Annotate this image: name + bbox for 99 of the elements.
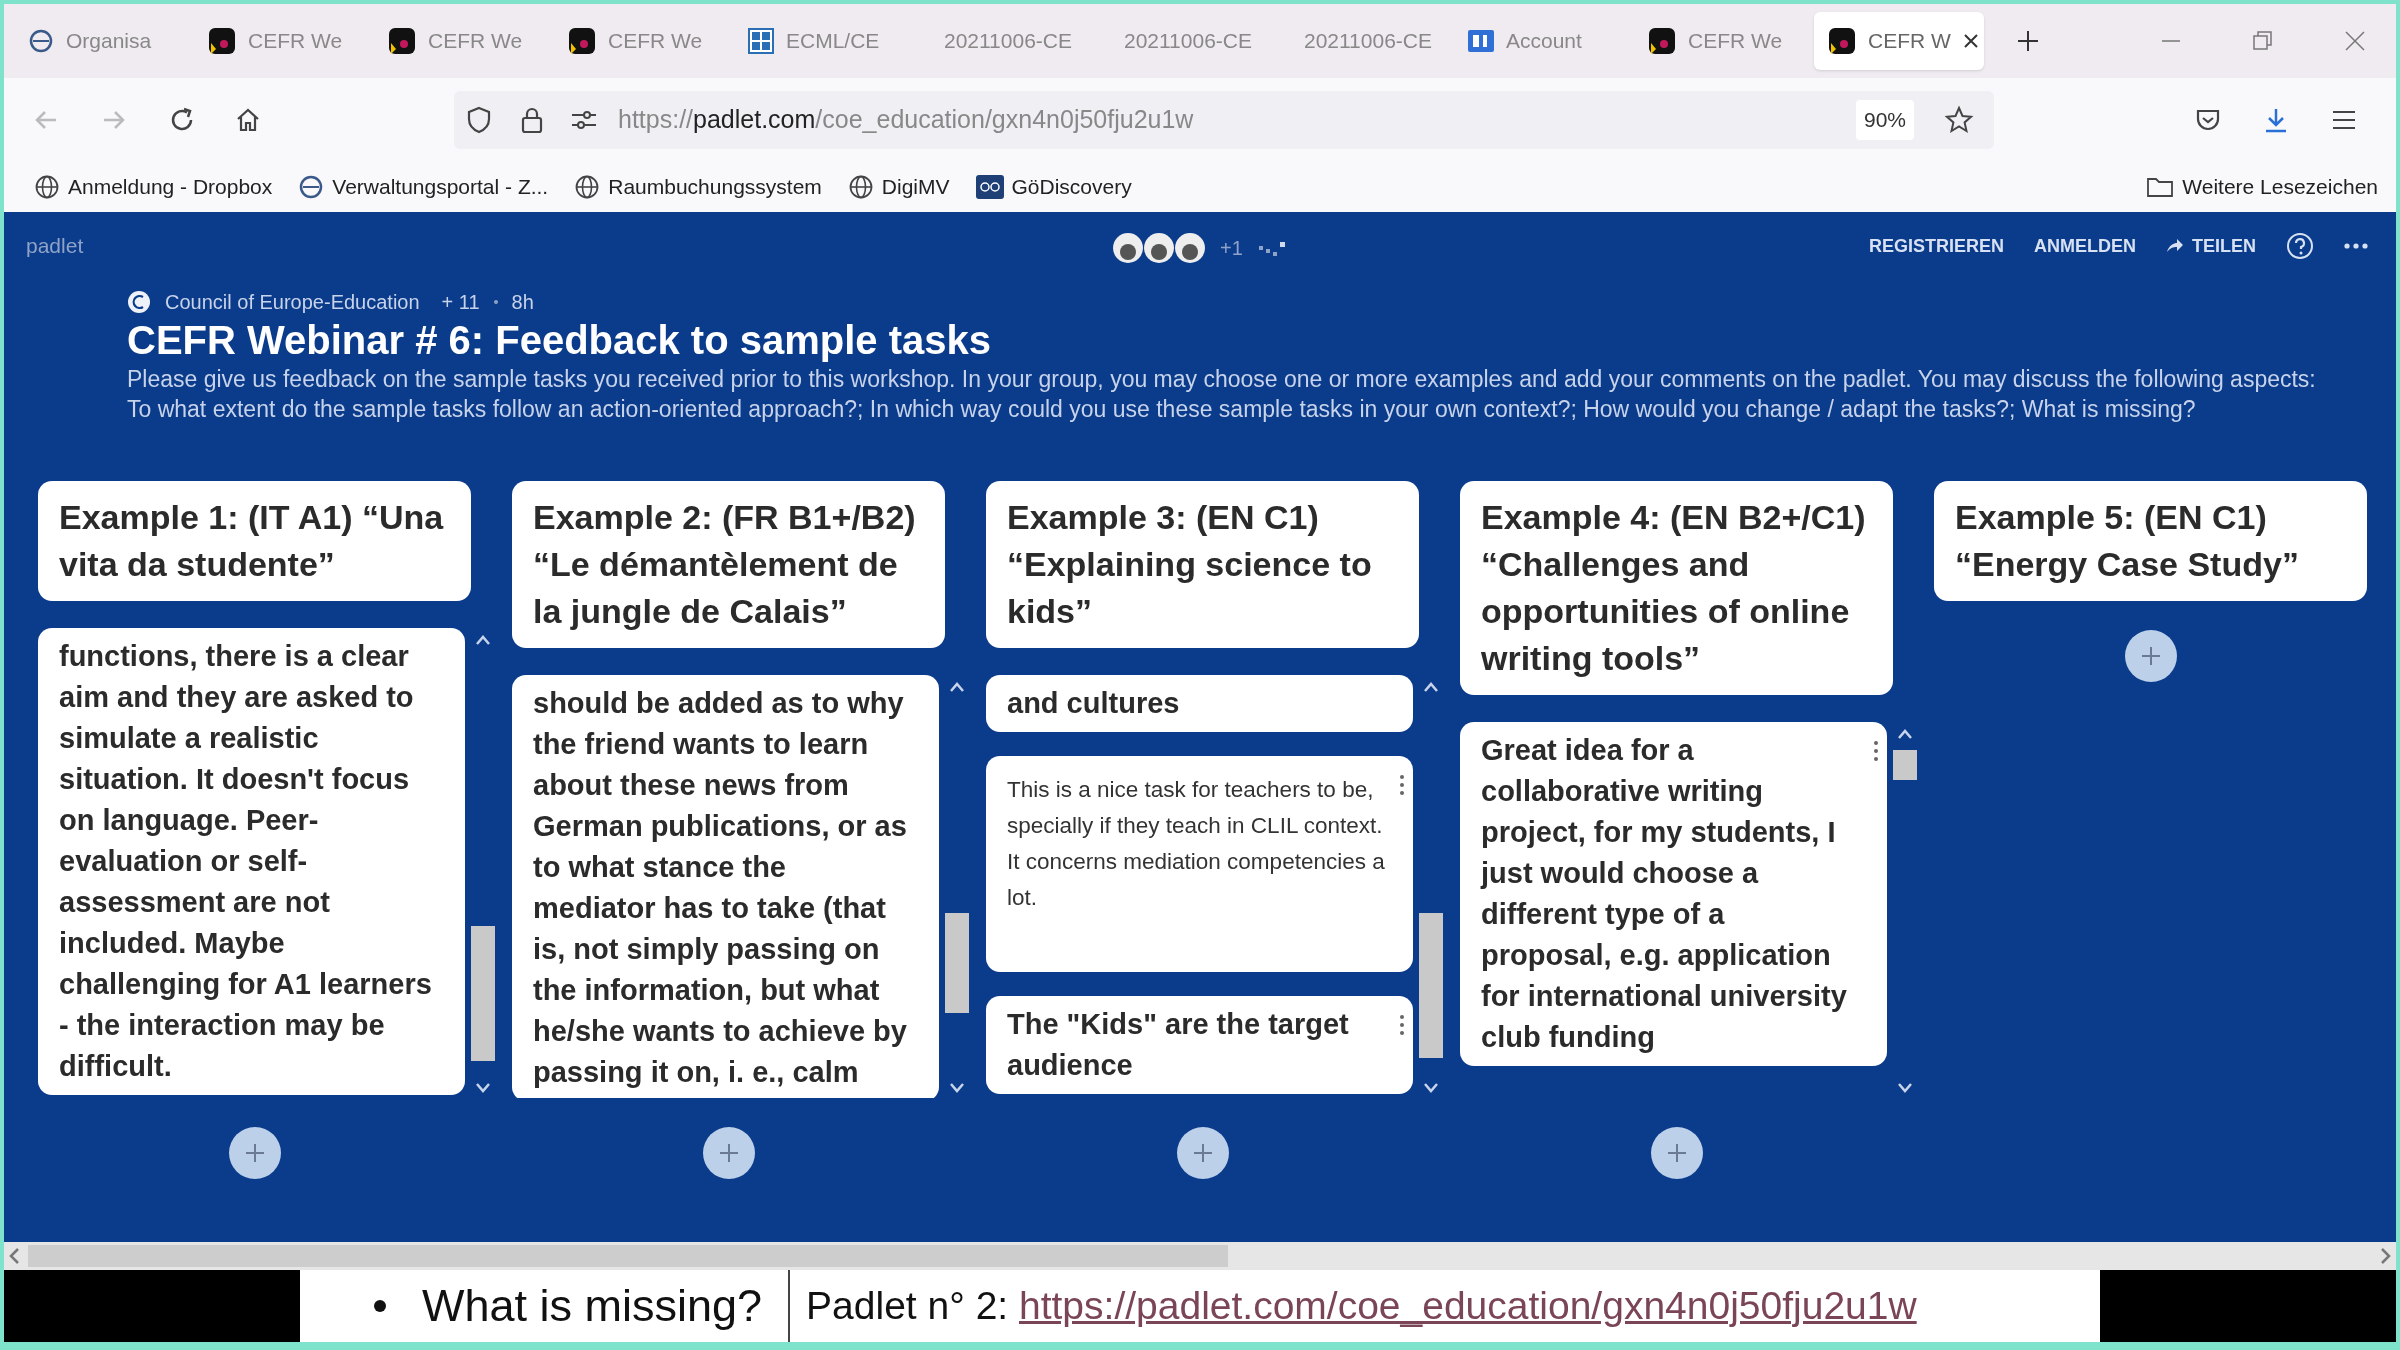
square-logo-icon — [1468, 30, 1494, 52]
post-text: This is a nice task for teachers to be, specially if they teach in CLIL context. It concerns mediation competencies a lot. — [1007, 776, 1385, 912]
address-bar[interactable]: https://padlet.com/coe_education/gxn4n0j50fju2u1w 90% — [454, 91, 1994, 149]
scrollbar-thumb[interactable] — [1893, 750, 1917, 780]
post-text: Great idea for a collaborative writing project, for my students, I just would choose a different type of a proposal, e.g. application for international university club funding — [1481, 733, 1848, 1055]
bookmark-folder[interactable]: Weitere Lesezeichen — [2146, 171, 2378, 203]
app-icon — [388, 27, 416, 55]
bookmark-item[interactable]: Raumbuchungssystem — [574, 171, 822, 203]
bookmark-item[interactable]: GöDiscovery — [975, 171, 1132, 203]
close-window-icon[interactable] — [2344, 30, 2366, 52]
post-card[interactable]: This is a nice task for teachers to be, specially if they teach in CLIL context. It concerns mediation competencies a lot. — [986, 756, 1413, 972]
bullet-icon — [374, 1300, 386, 1312]
column-header: Example 1: (IT A1) “Una vita da studente” — [38, 481, 471, 601]
horizontal-scrollbar-thumb[interactable] — [28, 1245, 1228, 1267]
slide-text: Padlet n° 2: https://padlet.com/coe_education/gxn4n0j50fju2u1w — [806, 1282, 1917, 1329]
add-post-icon[interactable] — [1176, 1127, 1229, 1179]
folder-icon — [2146, 175, 2175, 199]
tab-title: CEFR We — [248, 28, 343, 55]
tab-title: CEFR We — [608, 28, 703, 55]
tab-title: Account — [1506, 28, 1582, 55]
bookmark-item[interactable]: Anmeldung - Dropbox — [34, 171, 273, 203]
scrollbar-thumb[interactable] — [945, 913, 969, 1013]
scroll-down-icon[interactable] — [949, 1082, 965, 1094]
menu-icon[interactable] — [2330, 108, 2358, 132]
scroll-up-icon[interactable] — [1423, 681, 1439, 693]
more-vertical-icon[interactable] — [1873, 740, 1879, 762]
post-text: should be added as to why the friend wants to learn about these news from German publications, or as to what stance the mediator has to take (that is, not simply passing on the information, but what he/she wants to achieve by passing it on, i. e., calm — [533, 686, 908, 1090]
add-post-icon[interactable] — [2124, 630, 2177, 682]
permissions-icon[interactable] — [570, 108, 598, 132]
tab-title: CEFR We — [428, 28, 523, 55]
post-text: functions, there is a clear aim and they are asked to simulate a realistic situation. It doesn't focus on language. Peer-evaluation or self-assessment are not included. Maybe challenging for A1 learners - the interaction may be difficult. — [59, 639, 433, 1084]
tab-title: 20211006-CE — [1303, 28, 1432, 55]
post-card[interactable]: The "Kids" are the target audience — [986, 996, 1413, 1094]
padlet-title: CEFR Webinar # 6: Feedback to sample tasks — [127, 317, 992, 364]
grid-logo-icon — [748, 28, 774, 54]
more-vertical-icon[interactable] — [1399, 774, 1405, 796]
help-icon[interactable] — [2286, 232, 2314, 260]
more-vertical-icon[interactable] — [1399, 1014, 1405, 1036]
add-post-icon[interactable] — [1650, 1127, 1703, 1179]
lock-icon[interactable] — [520, 106, 544, 134]
scroll-left-icon[interactable] — [8, 1247, 22, 1265]
bookmark-item[interactable]: DigiMV — [847, 171, 950, 203]
add-post-icon[interactable] — [702, 1127, 755, 1179]
header-link[interactable]: ANMELDEN — [2034, 232, 2136, 260]
restore-icon[interactable] — [2252, 30, 2274, 52]
scroll-up-icon[interactable] — [1897, 728, 1913, 740]
scrollbar-thumb[interactable] — [471, 926, 495, 1061]
tab-title: Organisa — [66, 28, 152, 55]
tab-title: CEFR We — [1688, 28, 1783, 55]
post-age: 8h — [511, 290, 534, 315]
zoom-level[interactable]: 90% — [1855, 100, 1914, 140]
scroll-up-icon[interactable] — [475, 634, 491, 646]
post-card[interactable]: Great idea for a collaborative writing project, for my students, I just would choose a different type of a proposal, e.g. application for international university club funding — [1460, 722, 1887, 1066]
author-avatar-icon — [127, 290, 151, 314]
post-text: and cultures — [1007, 686, 1181, 721]
author-name[interactable]: Council of Europe-Education — [165, 287, 420, 317]
post-card[interactable] — [38, 628, 465, 1095]
header-link[interactable]: TEILEN — [2166, 232, 2256, 260]
column-header: Example 4: (EN B2+/C1) “Challenges and opportunities of online writing tools” — [1460, 481, 1893, 695]
column-header: Example 3: (EN C1) “Explaining science to kids” — [986, 481, 1419, 648]
separator-dot-icon — [493, 300, 498, 304]
app-icon — [568, 27, 596, 55]
app-icon — [1648, 27, 1676, 55]
scrollbar-thumb[interactable] — [1419, 913, 1443, 1058]
post-card[interactable]: and cultures — [986, 675, 1413, 732]
padlet-description: Please give us feedback on the sample tasks you received prior to this workshop. In your group, you may choose one or more examples and add your comments on the padlet. You may discuss the following aspects: To what extent do the sample tasks follow an action-oriented approach?; In which way could you use these sample tasks in your own context?; How would you change / adapt the tasks?; What is missing? — [127, 365, 2316, 424]
add-post-icon[interactable] — [228, 1127, 281, 1179]
scroll-right-icon[interactable] — [2378, 1247, 2392, 1265]
column-header: Example 2: (FR B1+/B2) “Le démantèlement de la jungle de Calais” — [512, 481, 945, 648]
column-header: Example 5: (EN C1) “Energy Case Study” — [1934, 481, 2367, 601]
share-icon — [2166, 239, 2184, 253]
slide-bullet-text: What is missing? — [422, 1279, 763, 1334]
scroll-up-icon[interactable] — [949, 681, 965, 693]
square-logo-icon — [975, 175, 1004, 199]
tab-title: ECML/CE — [786, 28, 880, 55]
star-icon[interactable] — [1944, 105, 1974, 135]
shield-icon[interactable] — [466, 106, 492, 134]
post-text: The "Kids" are the target audience — [1007, 1007, 1350, 1083]
close-icon[interactable] — [1962, 33, 1979, 49]
avatar-group-icon — [1112, 232, 1208, 264]
like-count: + 11 — [441, 290, 480, 315]
tab-title: CEFR W — [1868, 28, 1951, 55]
more-icon[interactable] — [2344, 243, 2368, 249]
header-link[interactable]: REGISTRIEREN — [1868, 232, 2004, 260]
padlet-logo[interactable]: padlet — [26, 230, 84, 262]
app-icon — [1828, 27, 1856, 55]
bookmark-item[interactable]: Verwaltungsportal - Z... — [298, 171, 549, 203]
tab-title: 20211006-CE — [943, 28, 1072, 55]
scroll-down-icon[interactable] — [1897, 1082, 1913, 1094]
tab-title: 20211006-CE — [1123, 28, 1252, 55]
url-text: https://padlet.com/coe_education/gxn4n0j50fju2u1w — [618, 104, 1194, 136]
post-card[interactable] — [512, 675, 939, 1098]
app-icon — [208, 27, 236, 55]
viewer-count: +1 — [1220, 236, 1243, 261]
new-tab-icon[interactable] — [2016, 29, 2040, 53]
scroll-down-icon[interactable] — [1423, 1082, 1439, 1094]
browser-tab[interactable]: CEFR W — [1814, 12, 1984, 70]
scroll-down-icon[interactable] — [475, 1082, 491, 1094]
slide-link[interactable]: https://padlet.com/coe_education/gxn4n0j50fju2u1w — [1019, 1283, 1917, 1327]
